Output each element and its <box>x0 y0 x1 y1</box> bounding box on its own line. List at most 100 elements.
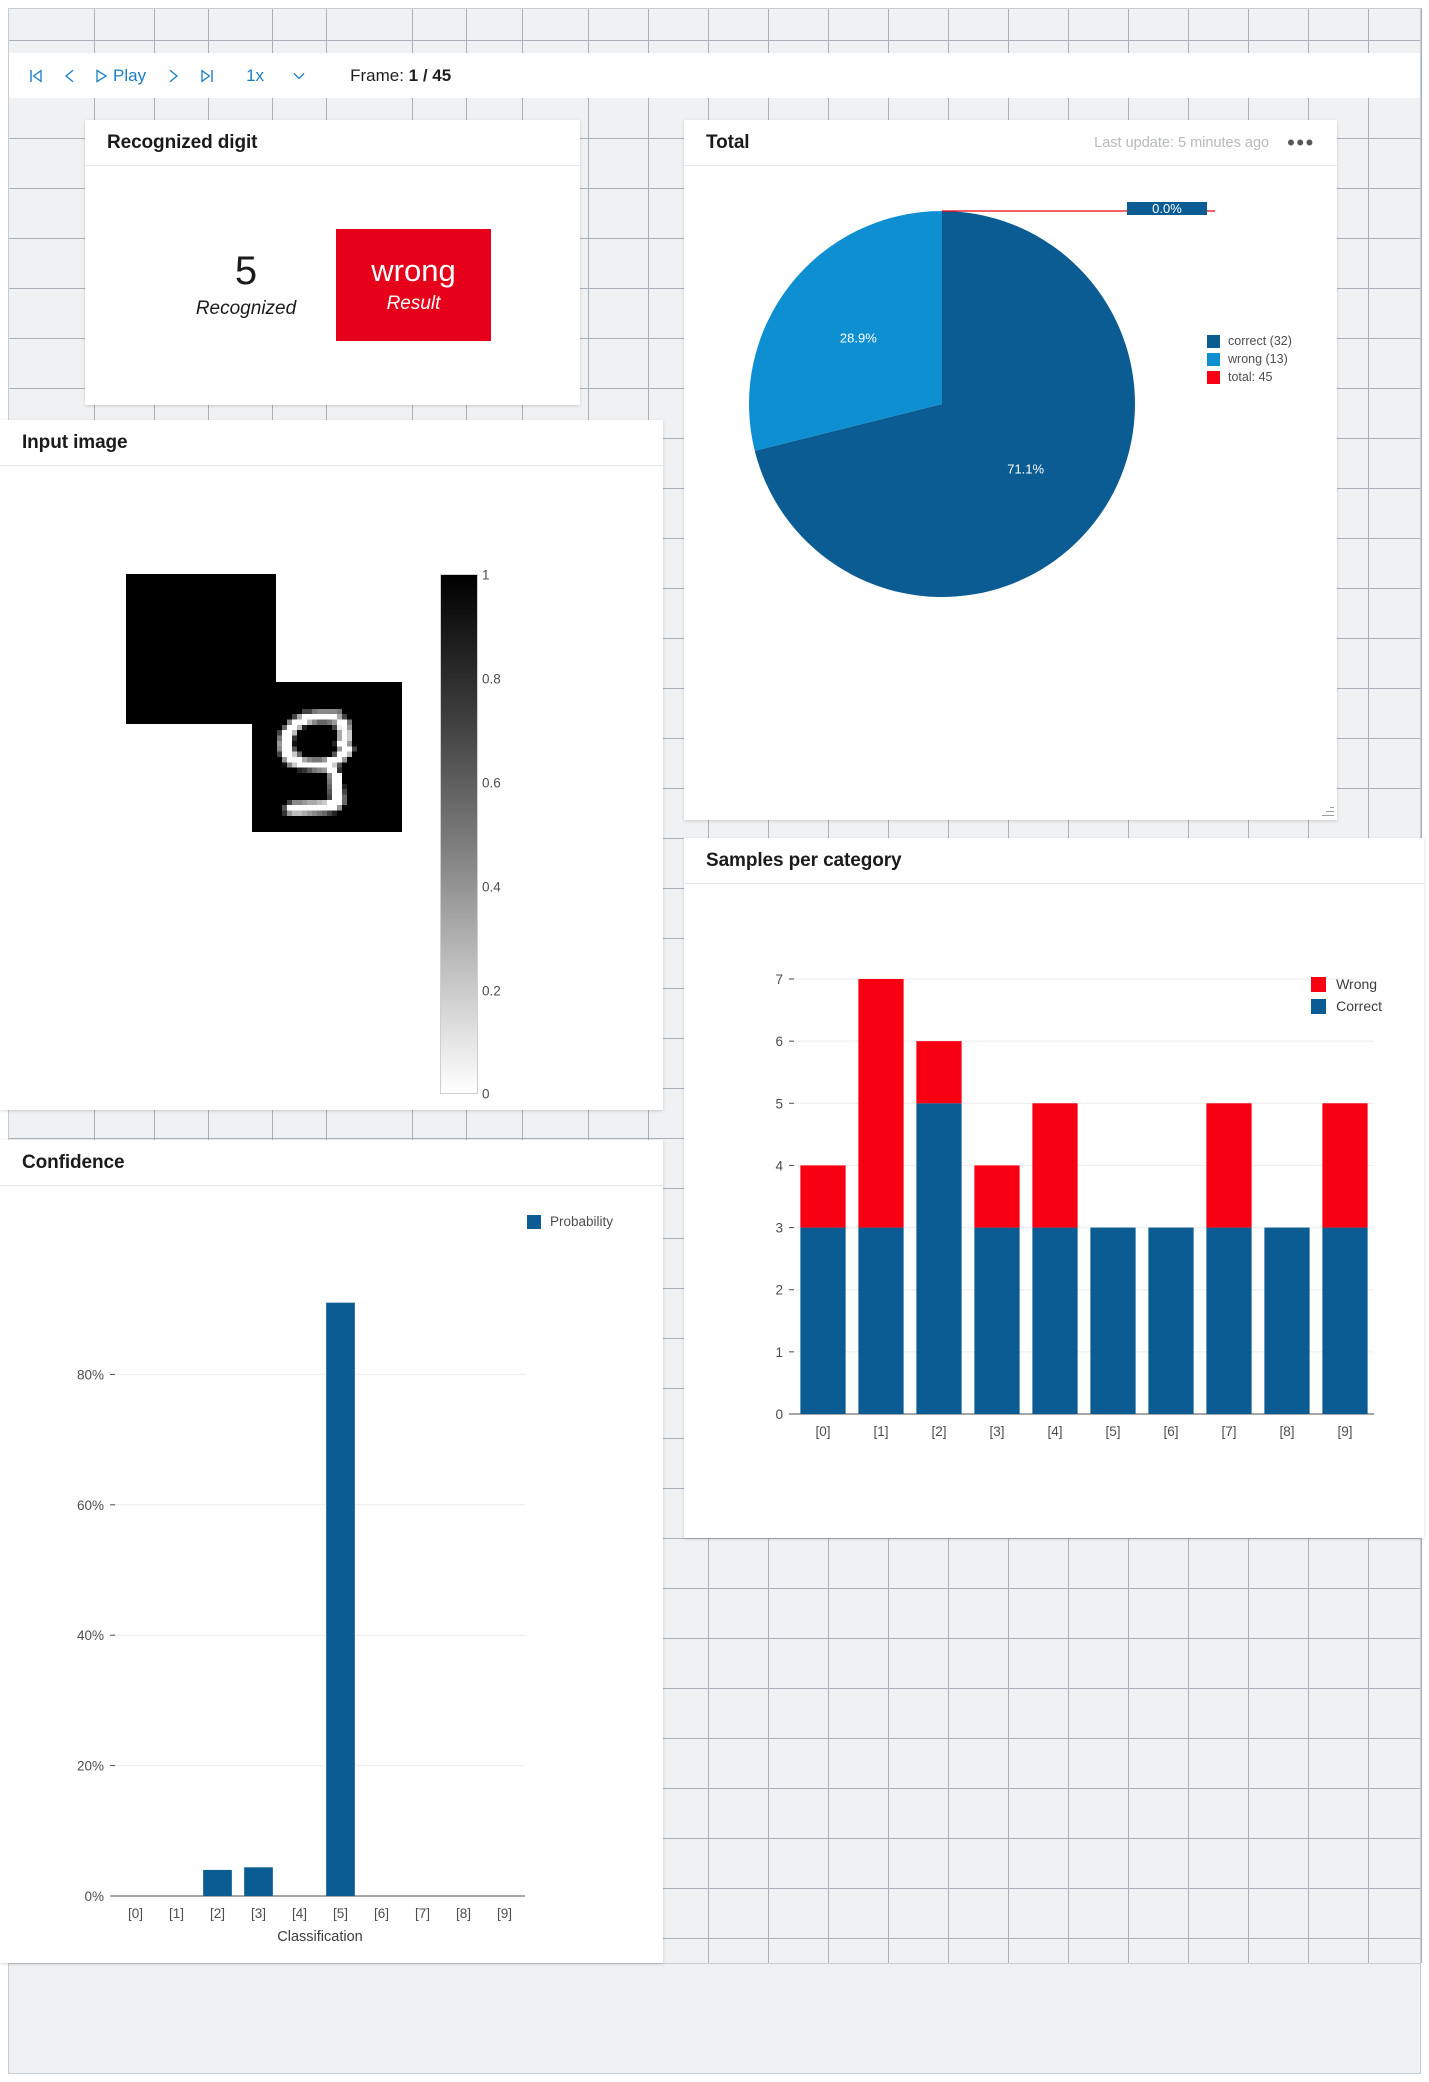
play-button[interactable]: Play <box>89 61 154 91</box>
bar-wrong-4[interactable] <box>1032 1103 1078 1228</box>
colorbar-tick-0-4: 0.4 <box>482 879 501 895</box>
xtick-label-6: [6] <box>1163 1424 1178 1439</box>
colorbar-tick-1: 1 <box>482 567 490 583</box>
bar-wrong-0[interactable] <box>800 1165 846 1228</box>
conf-xtick-label-0: [0] <box>128 1906 143 1921</box>
legend-item-total[interactable]: total: 45 <box>1207 370 1292 384</box>
bar-correct-4[interactable] <box>1032 1227 1078 1414</box>
samples-header: Samples per category <box>684 838 1424 884</box>
ytick-label-2: 2 <box>775 1283 783 1298</box>
bar-wrong-7[interactable] <box>1206 1103 1252 1228</box>
total-title: Total <box>706 131 750 153</box>
legend-swatch-correct <box>1207 334 1220 348</box>
prev-frame-icon[interactable] <box>55 61 85 91</box>
total-body: 71.1% 28.9% 0.0% correct (32) wrong (13) t… <box>684 166 1337 819</box>
ytick-label-6: 6 <box>775 1034 783 1049</box>
legend-swatch-wrong-bar <box>1311 976 1327 992</box>
conf-xtick-label-4: [4] <box>292 1906 307 1921</box>
colorbar-tick-0-6: 0.6 <box>482 775 501 791</box>
input-image-body: 1 0.8 0.6 0.4 0.2 0 <box>0 466 663 1109</box>
next-frame-icon[interactable] <box>158 61 188 91</box>
colorbar-tick-0-8: 0.8 <box>482 671 501 687</box>
conf-bar-2[interactable] <box>203 1869 232 1896</box>
background-bottom-strip <box>9 1963 1420 2073</box>
bar-correct-9[interactable] <box>1322 1227 1368 1414</box>
frame-separator: / <box>418 65 433 85</box>
recognized-digit-value: 5 <box>234 249 258 293</box>
bar-correct-8[interactable] <box>1264 1227 1310 1414</box>
confidence-header: Confidence <box>0 1140 663 1186</box>
bar-wrong-1[interactable] <box>858 979 904 1228</box>
xtick-label-8: [8] <box>1279 1424 1294 1439</box>
xtick-label-1: [1] <box>873 1424 888 1439</box>
pie-legend: correct (32) wrong (13) total: 45 <box>1207 334 1292 388</box>
ytick-label-3: 3 <box>775 1221 783 1236</box>
frame-scrubber[interactable] <box>520 53 1420 98</box>
legend-label-wrong-bar: Wrong <box>1336 976 1378 992</box>
legend-label-correct: correct (32) <box>1228 334 1292 348</box>
recognized-digit-title: Recognized digit <box>107 131 258 153</box>
bar-correct-0[interactable] <box>800 1227 846 1414</box>
conf-xtick-label-5: [5] <box>333 1906 348 1921</box>
result-status-badge: wrong Result <box>336 229 491 341</box>
ytick-label-5: 5 <box>775 1096 783 1111</box>
playback-speed-value[interactable]: 1x <box>240 61 270 91</box>
bar-correct-3[interactable] <box>974 1227 1020 1414</box>
samples-body: Wrong Correct 0 1 2 3 4 5 6 7 [0] [1] [2] [3] [4] [5]… <box>684 884 1424 1537</box>
first-frame-icon[interactable] <box>21 61 51 91</box>
result-status-caption: Result <box>386 292 441 314</box>
bar-correct-1[interactable] <box>858 1227 904 1414</box>
confidence-bar-chart: 0% 20% 40% 60% 80% [0] [1] [2] [3] [4] [5] [6] [7] [8… <box>77 1302 525 1945</box>
confidence-body: Probability 0% 20% 40% 60% 80% [0] [1] [2] [3] [4… <box>0 1186 663 1962</box>
bar-correct-2[interactable] <box>916 1103 962 1414</box>
ytick-label-0: 0 <box>775 1407 783 1422</box>
last-frame-icon[interactable] <box>192 61 222 91</box>
conf-bar-3[interactable] <box>244 1867 273 1896</box>
frame-current: 1 <box>408 65 419 85</box>
legend-item-wrong[interactable]: wrong (13) <box>1207 352 1292 366</box>
xtick-label-4: [4] <box>1047 1424 1062 1439</box>
legend-item-wrong-bar[interactable]: Wrong <box>1311 976 1382 992</box>
bar-correct-6[interactable] <box>1148 1227 1194 1414</box>
conf-xtick-label-2: [2] <box>210 1906 225 1921</box>
input-image-title: Input image <box>22 431 128 453</box>
bar-correct-5[interactable] <box>1090 1227 1136 1414</box>
more-options-icon[interactable]: ••• <box>1287 131 1315 153</box>
recognized-digit-body: 5 Recognized wrong Result <box>85 166 580 404</box>
chevron-down-icon[interactable] <box>284 61 314 91</box>
legend-item-correct-bar[interactable]: Correct <box>1311 998 1382 1014</box>
legend-item-correct[interactable]: correct (32) <box>1207 334 1292 348</box>
conf-xtick-label-3: [3] <box>251 1906 266 1921</box>
bar-wrong-3[interactable] <box>974 1165 1020 1228</box>
mnist-digit-canvas <box>252 682 402 832</box>
conf-bar-5[interactable] <box>326 1302 355 1896</box>
ytick-label-7: 7 <box>775 972 783 987</box>
total-card: Total Last update: 5 minutes ago ••• 71.… <box>684 120 1337 820</box>
intensity-colorbar <box>440 574 478 1094</box>
input-image-header: Input image <box>0 420 663 466</box>
total-last-update: Last update: 5 minutes ago <box>1094 134 1270 151</box>
xtick-label-9: [9] <box>1337 1424 1352 1439</box>
legend-swatch-correct-bar <box>1311 998 1327 1014</box>
xtick-label-3: [3] <box>989 1424 1004 1439</box>
confidence-card: Confidence Probability 0% 20% 40% 60% 80% [0]… <box>0 1140 663 1963</box>
bar-wrong-9[interactable] <box>1322 1103 1368 1228</box>
pie-slice-label-1: 28.9% <box>840 331 877 346</box>
recognized-digit-caption: Recognized <box>195 298 297 319</box>
bar-wrong-2[interactable] <box>916 1041 962 1104</box>
legend-item-probability[interactable]: Probability <box>527 1214 613 1229</box>
bar-correct-7[interactable] <box>1206 1227 1252 1414</box>
frame-total: 45 <box>432 65 452 85</box>
play-label: Play <box>113 65 147 85</box>
xtick-label-5: [5] <box>1105 1424 1120 1439</box>
legend-swatch-probability <box>527 1214 541 1229</box>
samples-per-category-card: Samples per category Wrong Correct 0 1 2 3 4… <box>684 838 1424 1538</box>
conf-ytick-label-0: 0% <box>84 1889 104 1904</box>
ytick-label-4: 4 <box>775 1158 783 1173</box>
conf-ytick-label-80: 80% <box>77 1367 104 1382</box>
play-icon <box>96 68 108 83</box>
conf-xtick-label-9: [9] <box>497 1906 512 1921</box>
mnist-digit-image <box>126 574 402 832</box>
conf-xtick-label-6: [6] <box>374 1906 389 1921</box>
resize-handle-icon[interactable] <box>1322 804 1334 816</box>
